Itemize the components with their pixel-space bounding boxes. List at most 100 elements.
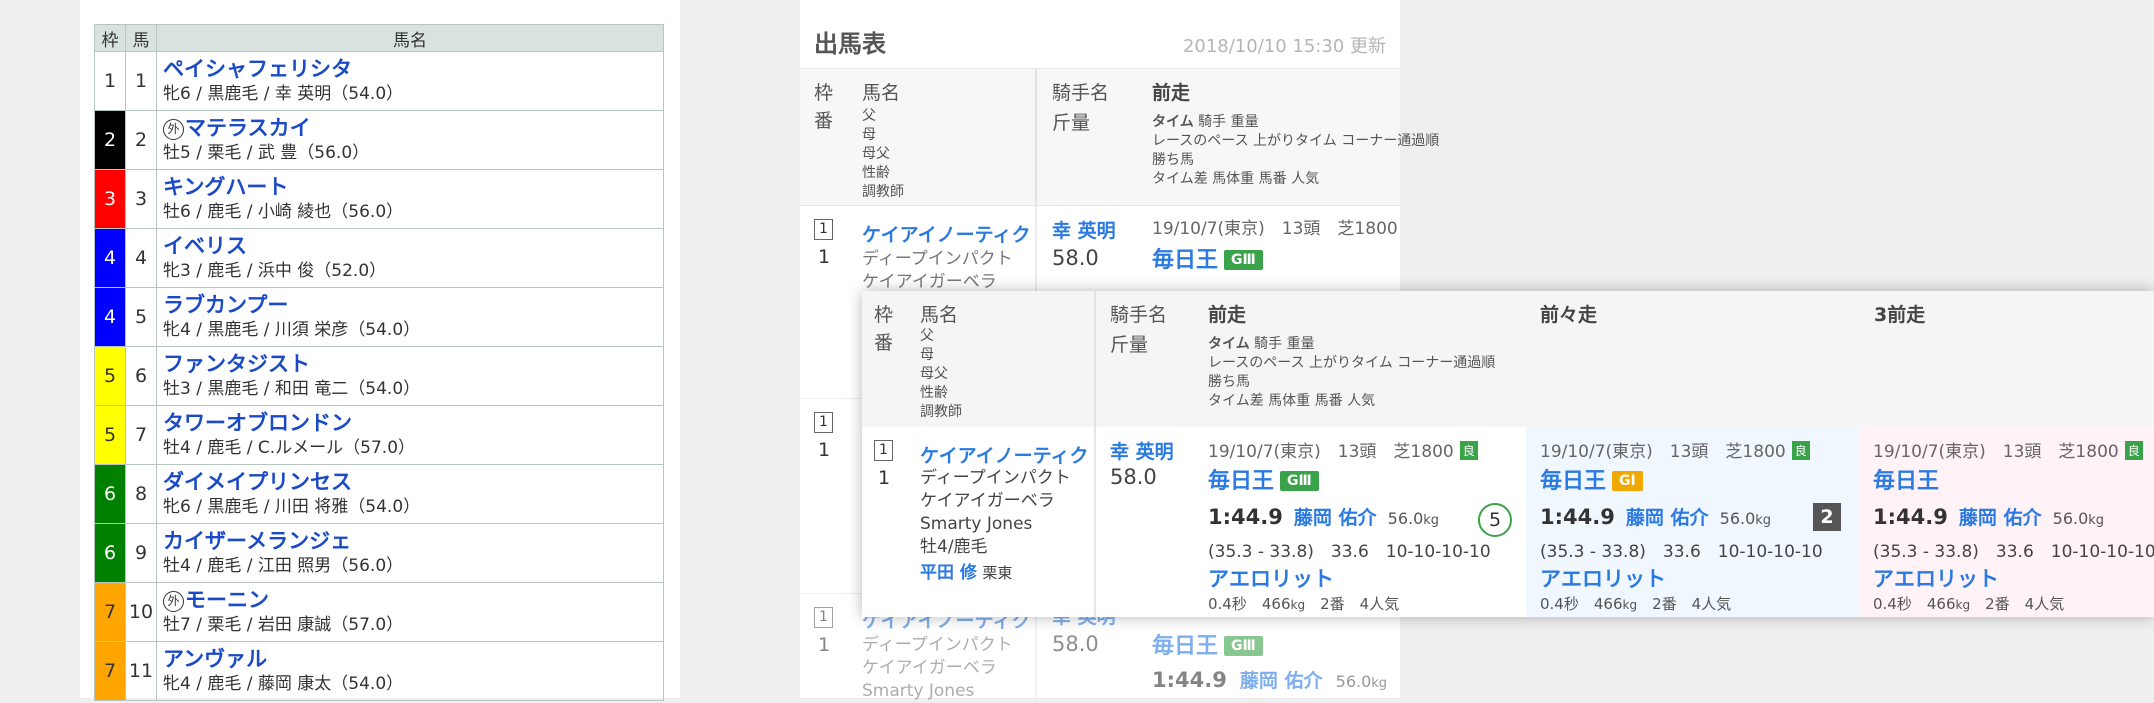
horse-detail: 牝6 / 黒鹿毛 / 川田 将雅（54.0）	[163, 497, 421, 517]
updated-timestamp: 2018/10/10 15:30 更新	[1182, 36, 1386, 57]
race-info: 19/10/7(東京) 13頭 芝1800 良	[1540, 437, 1810, 462]
waku-cell: 4	[94, 228, 126, 288]
race-name-link[interactable]: 毎日王	[1208, 469, 1274, 494]
hdr-pace: レースのペース 上がりタイム コーナー通過順	[1152, 133, 1440, 149]
horse-name-link[interactable]: ケイアイノーティク	[862, 220, 1031, 247]
waku-cell: 3	[94, 169, 126, 229]
weight: 58.0	[1052, 246, 1099, 270]
horse-detail: 牝6 / 黒鹿毛 / 幸 英明（54.0）	[163, 84, 404, 104]
winner-link[interactable]: アエロリット	[1540, 563, 1666, 593]
past-race-2: 19/10/7(東京) 13頭 芝1800 良毎日王 GⅠ 1:44.9 藤岡 佑介 …	[1526, 427, 1859, 617]
race-pace: (35.3 - 33.8) 33.6 10-10-10-10	[1540, 542, 1823, 562]
race-name-link[interactable]: 毎日王	[1152, 634, 1218, 659]
horse-name-link[interactable]: ダイメイプリンセス	[163, 470, 352, 494]
prev-race[interactable]: 毎日王 GⅢ	[1152, 242, 1263, 274]
runner-row[interactable]: 5 6 ファンタジスト 牡3 / 黒鹿毛 / 和田 竜二（54.0）	[94, 346, 664, 406]
popup-jockey: 幸 英明 58.0	[1096, 427, 1194, 617]
race-weight-unit: kg	[1371, 676, 1388, 691]
umaban-cell: 8	[125, 464, 157, 524]
umaban-cell: 2	[125, 110, 157, 170]
horse-name-link[interactable]: イベリス	[163, 234, 247, 258]
race-weight: 56.0kg	[1387, 509, 1440, 528]
jockey-link[interactable]: 幸 英明	[1052, 216, 1116, 243]
runner-row[interactable]: 6 8 ダイメイプリンセス 牝6 / 黒鹿毛 / 川田 将雅（54.0）	[94, 464, 664, 524]
runner-row[interactable]: 5 7 タワーオブロンドン 牡4 / 鹿毛 / C.ルメール（57.0）	[94, 405, 664, 465]
prev-race[interactable]: 毎日王 GⅢ	[1152, 628, 1263, 660]
horse-name-link[interactable]: ペイシャフェリシタ	[163, 57, 352, 81]
runner-table-header: 枠 馬 馬名	[94, 24, 664, 52]
horse-name-link[interactable]: モーニン	[185, 588, 269, 612]
horse-name-cell: 外マテラスカイ 牡5 / 栗毛 / 武 豊（56.0）	[156, 110, 664, 170]
runner-row[interactable]: 4 4 イベリス 牝3 / 鹿毛 / 浜中 俊（52.0）	[94, 228, 664, 288]
hdr-winner: 勝ち馬	[1152, 152, 1194, 168]
race-card-header: 出馬表 2018/10/10 15:30 更新	[800, 0, 1400, 69]
horse-detail: 牡4 / 鹿毛 / 江田 照男（56.0）	[163, 556, 404, 576]
finish-rank: 2	[1813, 503, 1841, 531]
hdr-time: タイム	[1152, 114, 1194, 130]
weight: 58.0	[1110, 465, 1157, 489]
hdr-trainer: 調教師	[862, 184, 904, 200]
horse-detail-popup[interactable]: 枠 番 馬名 父 母 母父 性齢 調教師 騎手名 斤量 前走 タイム 騎手 重量…	[862, 291, 2154, 617]
winner-link[interactable]: アエロリット	[1873, 563, 1999, 593]
horse-name-link[interactable]: ラブカンプー	[163, 293, 288, 317]
race-name-link[interactable]: 毎日王	[1540, 469, 1606, 494]
horse-name-link[interactable]: タワーオブロンドン	[163, 411, 352, 435]
umaban-cell: 10	[125, 582, 157, 642]
horse-name-link[interactable]: カイザーメランジェ	[163, 529, 351, 553]
runner-row[interactable]: 1 1 ペイシャフェリシタ 牝6 / 黒鹿毛 / 幸 英明（54.0）	[94, 51, 664, 111]
horse-name-cell: タワーオブロンドン 牡4 / 鹿毛 / C.ルメール（57.0）	[156, 405, 664, 465]
race-name-link[interactable]: 毎日王	[1152, 248, 1218, 273]
race-weight: 56.0kg	[1719, 509, 1772, 528]
race-jockey-link[interactable]: 藤岡 佑介	[1959, 507, 2042, 529]
past-race-1: 19/10/7(東京) 13頭 芝1800 良毎日王 GⅢ 1:44.9 藤岡 佑介 …	[1194, 427, 1526, 617]
hdr-ban: 番	[814, 110, 834, 132]
popup-column-header: 枠 番 馬名 父 母 母父 性齢 調教師 騎手名 斤量 前走 タイム 騎手 重量…	[862, 291, 2154, 427]
hdr-waku: 枠	[814, 82, 834, 104]
hdr-weight: 斤量	[1110, 334, 1149, 356]
hdr-prev: 前走	[1152, 82, 1191, 104]
race-info: 19/10/7(東京) 13頭 芝1800 良	[1208, 437, 1478, 462]
hdr-sexage: 性齢	[862, 165, 890, 181]
jockey-link[interactable]: 幸 英明	[1110, 437, 1174, 464]
sex-age: 牡4/鹿毛	[920, 537, 988, 557]
horse-name-link[interactable]: ファンタジスト	[163, 352, 310, 376]
runner-row[interactable]: 7 11 アンヴァル 牝4 / 鹿毛 / 藤岡 康太（54.0）	[94, 641, 664, 701]
hdr-name: 馬名	[920, 304, 959, 326]
grade-badge: GⅠ	[1612, 471, 1643, 491]
race-name-link[interactable]: 毎日王	[1873, 469, 1939, 494]
horse-name-link[interactable]: アンヴァル	[163, 647, 267, 671]
race-weight: 56.0	[1335, 672, 1372, 691]
col-horse-name: 馬名	[156, 24, 664, 52]
horse-name-cell: ファンタジスト 牡3 / 黒鹿毛 / 和田 竜二（54.0）	[156, 346, 664, 406]
prev-race-result: 1:44.9 藤岡 佑介 56.0kg	[1152, 666, 1387, 693]
race-jockey-link[interactable]: 藤岡 佑介	[1626, 507, 1709, 529]
trainer-link[interactable]: 平田 修	[920, 563, 977, 583]
runner-list-panel: 枠 馬 馬名 1 1 ペイシャフェリシタ 牝6 / 黒鹿毛 / 幸 英明（54.0） 2…	[80, 0, 680, 701]
horse-name-cell: イベリス 牝3 / 鹿毛 / 浜中 俊（52.0）	[156, 228, 664, 288]
hdr-sire: 父	[862, 108, 876, 124]
hdr-name-sub: 父 母 母父 性齢 調教師	[920, 328, 962, 420]
horse-name-link[interactable]: キングハート	[163, 175, 288, 199]
race-jockey-link[interactable]: 藤岡 佑介	[1240, 670, 1323, 692]
race-jockey-link[interactable]: 藤岡 佑介	[1294, 507, 1377, 529]
race-info: 19/10/7(東京) 13頭 芝1800 良	[1873, 437, 2143, 462]
runner-row[interactable]: 4 5 ラブカンプー 牝4 / 黒鹿毛 / 川須 栄彦（54.0）	[94, 287, 664, 347]
hdr-prev: 前走	[1208, 304, 1247, 326]
hdr-jockey-weight: 騎手 重量	[1193, 114, 1259, 130]
horse-name-link[interactable]: ケイアイノーティク	[920, 441, 1089, 468]
dam: ケイアイガーベラ	[920, 491, 1055, 511]
waku-cell: 6	[94, 523, 126, 583]
runner-row[interactable]: 2 2 外マテラスカイ 牡5 / 栗毛 / 武 豊（56.0）	[94, 110, 664, 170]
sire: ディープインパクト	[862, 249, 1013, 269]
damsire: Smarty Jones	[920, 514, 1033, 534]
horse-name-cell: カイザーメランジェ牡4 / 鹿毛 / 江田 照男（56.0）	[156, 523, 664, 583]
horse-name-link[interactable]: マテラスカイ	[185, 116, 311, 140]
waku-cell: 7	[94, 582, 126, 642]
runner-row[interactable]: 6 9 カイザーメランジェ 牡4 / 鹿毛 / 江田 照男（56.0）	[94, 523, 664, 583]
sire: ディープインパクト	[862, 635, 1013, 655]
runner-row[interactable]: 3 3 キングハート 牡6 / 鹿毛 / 小崎 綾也（56.0）	[94, 169, 664, 229]
runner-row[interactable]: 7 10 外モーニン 牡7 / 栗毛 / 岩田 康誠（57.0）	[94, 582, 664, 642]
hdr-prev-sub: タイム 騎手 重量 レースのペース 上がりタイム コーナー通過順 勝ち馬 タイム…	[1208, 336, 1496, 409]
winner-link[interactable]: アエロリット	[1208, 563, 1334, 593]
hdr-waku: 枠	[874, 304, 894, 326]
